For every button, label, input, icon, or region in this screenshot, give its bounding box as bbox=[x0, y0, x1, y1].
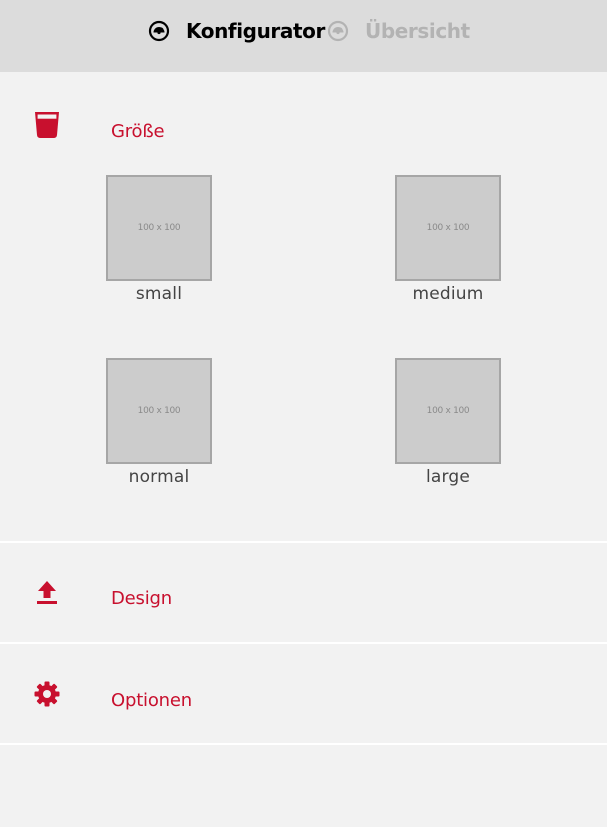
cup-icon bbox=[33, 111, 61, 139]
tab-konfigurator[interactable]: Konfigurator bbox=[148, 0, 325, 62]
thumbnail-placeholder-text: 100 x 100 bbox=[137, 406, 181, 416]
gear-icon bbox=[33, 680, 61, 708]
size-thumbnail: 100 x 100 bbox=[106, 175, 212, 281]
section-size-label: Größe bbox=[111, 121, 165, 142]
upload-icon bbox=[33, 579, 61, 607]
section-divider bbox=[0, 541, 607, 543]
size-thumbnail: 100 x 100 bbox=[395, 358, 501, 464]
top-tab-bar: Konfigurator Übersicht bbox=[0, 0, 607, 72]
section-size-header[interactable]: Größe bbox=[0, 100, 607, 160]
thumbnail-placeholder-text: 100 x 100 bbox=[137, 223, 181, 233]
size-option-label: large bbox=[425, 467, 471, 487]
dashboard-icon bbox=[148, 20, 170, 42]
size-thumbnail: 100 x 100 bbox=[395, 175, 501, 281]
size-thumbnail: 100 x 100 bbox=[106, 358, 212, 464]
section-divider bbox=[0, 743, 607, 745]
section-options-header[interactable]: Optionen bbox=[0, 669, 607, 729]
size-option-label: normal bbox=[128, 467, 190, 487]
tab-uebersicht-label: Übersicht bbox=[365, 19, 470, 43]
size-option-large[interactable]: 100 x 100 large bbox=[378, 358, 518, 498]
size-option-normal[interactable]: 100 x 100 normal bbox=[89, 358, 229, 498]
size-option-small[interactable]: 100 x 100 small bbox=[89, 175, 229, 315]
thumbnail-placeholder-text: 100 x 100 bbox=[426, 406, 470, 416]
thumbnail-placeholder-text: 100 x 100 bbox=[426, 223, 470, 233]
size-option-medium[interactable]: 100 x 100 medium bbox=[378, 175, 518, 315]
tab-uebersicht[interactable]: Übersicht bbox=[327, 0, 470, 62]
dashboard-icon bbox=[327, 20, 349, 42]
size-option-label: small bbox=[135, 284, 183, 304]
section-divider bbox=[0, 642, 607, 644]
size-option-label: medium bbox=[412, 284, 484, 304]
section-design-label: Design bbox=[111, 588, 172, 609]
section-design-header[interactable]: Design bbox=[0, 567, 607, 627]
tab-konfigurator-label: Konfigurator bbox=[186, 19, 325, 43]
section-options-label: Optionen bbox=[111, 690, 192, 711]
